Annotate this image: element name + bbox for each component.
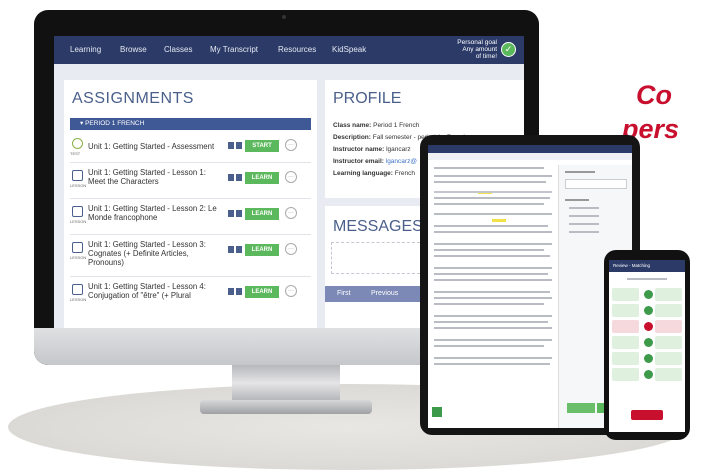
assignments-title: ASSIGNMENTS bbox=[72, 90, 194, 107]
headline-line1: Co bbox=[636, 80, 672, 110]
assignment-kind: LESSON bbox=[70, 255, 87, 260]
start-button[interactable]: START bbox=[245, 140, 279, 152]
calendar-icon[interactable] bbox=[236, 174, 242, 181]
learn-button[interactable]: LEARN bbox=[245, 244, 279, 256]
phone-device: Review - Matching bbox=[604, 250, 690, 440]
lesson-icon bbox=[72, 170, 83, 181]
book-icon[interactable] bbox=[228, 174, 234, 181]
learn-button[interactable]: LEARN bbox=[245, 286, 279, 298]
profile-title: PROFILE bbox=[333, 90, 402, 107]
email-link[interactable]: lgancarz@ bbox=[386, 158, 417, 165]
profile-email: Instructor email: lgancarz@ bbox=[333, 158, 417, 165]
monitor-base bbox=[200, 400, 372, 414]
webcam bbox=[282, 15, 286, 19]
book-icon[interactable] bbox=[228, 210, 234, 217]
assignment-row: LESSON Unit 1: Getting Started - Lesson … bbox=[70, 164, 311, 199]
assignments-panel: ASSIGNMENTS ▾ PERIOD 1 FRENCH TEST Unit … bbox=[64, 80, 317, 330]
profile-language: Learning language: French bbox=[333, 170, 415, 177]
learn-button[interactable]: LEARN bbox=[245, 208, 279, 220]
nav-learning[interactable]: Learning bbox=[70, 45, 101, 54]
nav-browse[interactable]: Browse bbox=[120, 45, 147, 54]
goal-line1: Personal goal bbox=[457, 39, 497, 46]
assignment-kind: LESSON bbox=[70, 297, 87, 302]
goal-line2: Any amount bbox=[462, 46, 497, 53]
assignment-kind: LESSON bbox=[70, 183, 87, 188]
calendar-icon[interactable] bbox=[236, 288, 242, 295]
phone-title: Review - Matching bbox=[609, 260, 685, 272]
monitor-stand bbox=[232, 365, 340, 405]
assignment-title[interactable]: Unit 1: Getting Started - Lesson 2: Le M… bbox=[88, 204, 223, 222]
lesson-icon bbox=[72, 242, 83, 253]
profile-instructor: Instructor name: lgancarz bbox=[333, 146, 411, 153]
assignment-kind: LESSON bbox=[70, 219, 87, 224]
assignment-row: TEST Unit 1: Getting Started - Assessmen… bbox=[70, 132, 311, 163]
calendar-icon[interactable] bbox=[236, 210, 242, 217]
first-page-button[interactable]: First bbox=[337, 290, 351, 297]
assignment-title[interactable]: Unit 1: Getting Started - Lesson 4: Conj… bbox=[88, 282, 223, 300]
tablet-breadcrumb bbox=[428, 153, 632, 160]
headline: Co pers bbox=[622, 78, 679, 146]
more-options-icon[interactable]: ··· bbox=[285, 171, 297, 183]
book-icon[interactable] bbox=[228, 246, 234, 253]
period-header[interactable]: ▾ PERIOD 1 FRENCH bbox=[70, 118, 311, 130]
learn-button[interactable]: LEARN bbox=[245, 172, 279, 184]
profile-class: Class name: Period 1 French bbox=[333, 122, 420, 129]
more-options-icon[interactable]: ··· bbox=[285, 139, 297, 151]
assignment-row: LESSON Unit 1: Getting Started - Lesson … bbox=[70, 236, 311, 277]
nav-classes[interactable]: Classes bbox=[164, 45, 192, 54]
phone-screen: Review - Matching bbox=[609, 260, 685, 432]
more-options-icon[interactable]: ··· bbox=[285, 207, 297, 219]
calendar-icon[interactable] bbox=[236, 142, 242, 149]
book-icon[interactable] bbox=[228, 288, 234, 295]
assignment-row: LESSON Unit 1: Getting Started - Lesson … bbox=[70, 200, 311, 235]
goal-check-icon: ✓ bbox=[501, 42, 516, 57]
lesson-icon bbox=[72, 206, 83, 217]
assignment-title[interactable]: Unit 1: Getting Started - Lesson 3: Cogn… bbox=[88, 240, 223, 267]
nav-resources[interactable]: Resources bbox=[278, 45, 316, 54]
lesson-icon bbox=[72, 284, 83, 295]
test-icon bbox=[72, 138, 83, 149]
more-options-icon[interactable]: ··· bbox=[285, 285, 297, 297]
messages-title: MESSAGES bbox=[333, 218, 423, 235]
goal-line3: of time! bbox=[475, 53, 497, 60]
assignment-title[interactable]: Unit 1: Getting Started - Assessment bbox=[88, 142, 223, 151]
calendar-icon[interactable] bbox=[236, 246, 242, 253]
book-icon[interactable] bbox=[228, 142, 234, 149]
assignment-row: LESSON Unit 1: Getting Started - Lesson … bbox=[70, 278, 311, 318]
assignment-kind: TEST bbox=[70, 151, 81, 156]
assignment-title[interactable]: Unit 1: Getting Started - Lesson 1: Meet… bbox=[88, 168, 223, 186]
tablet-screen bbox=[428, 145, 632, 428]
phone-action-button[interactable] bbox=[631, 410, 663, 420]
personal-goal: Personal goal Any amount of time! bbox=[449, 39, 497, 60]
nav-my-transcript[interactable]: My Transcript bbox=[210, 45, 258, 54]
more-options-icon[interactable]: ··· bbox=[285, 243, 297, 255]
previous-page-button[interactable]: Previous bbox=[371, 290, 398, 297]
tablet-nav bbox=[428, 145, 632, 153]
top-nav: Learning Browse Classes My Transcript Re… bbox=[54, 36, 524, 64]
nav-kidspeak[interactable]: KidSpeak bbox=[332, 45, 366, 54]
tablet-action-icon[interactable] bbox=[432, 407, 442, 417]
